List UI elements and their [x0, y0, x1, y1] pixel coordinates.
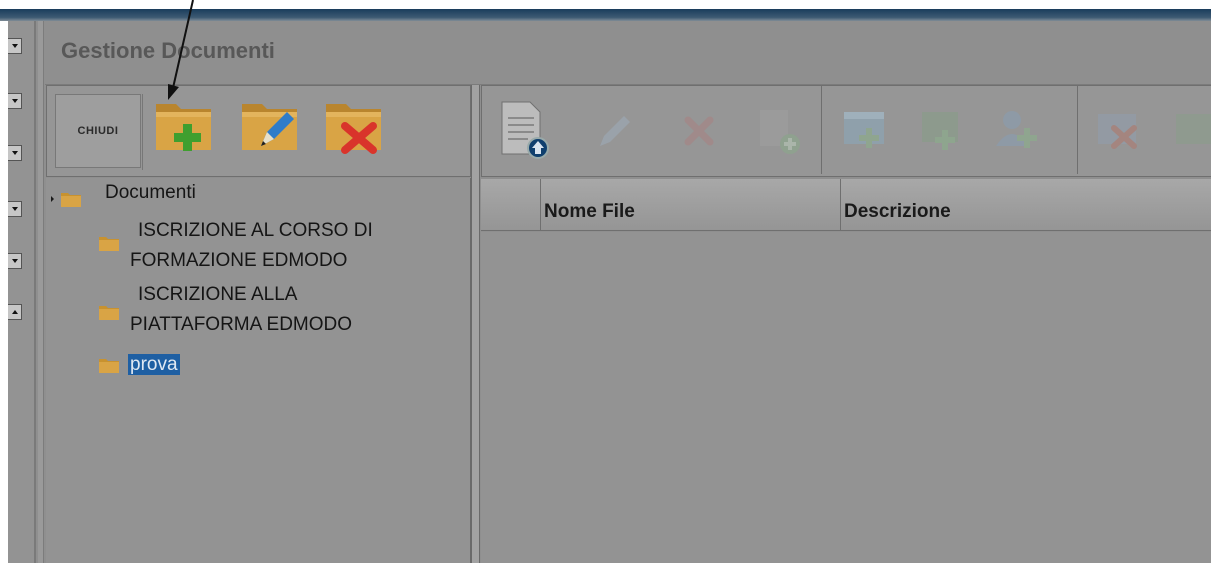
remove-icon: [1098, 114, 1137, 149]
add-user-button[interactable]: [986, 98, 1048, 160]
folder-tree: Documenti ISCRIZIONE AL CORSO DI FORMAZI…: [46, 178, 471, 563]
chevron-down-icon: [11, 99, 18, 103]
delete-folder-button[interactable]: [323, 96, 387, 158]
new-folder-button[interactable]: [153, 96, 217, 158]
document-toolbar-group-3: [1078, 86, 1211, 174]
add-permission-button[interactable]: [836, 98, 898, 160]
remove-button[interactable]: [1090, 98, 1152, 160]
left-collapsed-strip: [8, 21, 36, 563]
export-icon: [1176, 114, 1211, 144]
tree-item-corso-edmodo-line2[interactable]: FORMAZIONE EDMODO: [130, 250, 347, 272]
tree-item-prova[interactable]: prova: [128, 354, 180, 376]
column-header-descrizione[interactable]: Descrizione: [840, 179, 1211, 231]
strip-splitter[interactable]: [38, 21, 44, 563]
close-button[interactable]: CHIUDI: [55, 94, 141, 168]
add-permission-icon: [844, 112, 884, 148]
top-bar: [0, 0, 1211, 9]
strip-toggle-3[interactable]: [8, 145, 22, 161]
folder-icon: [99, 237, 119, 251]
app-window: Gestione Documenti CHIUDI Documenti ISCR…: [8, 21, 1211, 563]
edit-folder-button[interactable]: [239, 96, 303, 158]
folder-icon: [61, 193, 81, 207]
page-title: Gestione Documenti: [61, 38, 275, 63]
folder-icon: [99, 359, 119, 373]
tree-item-corso-edmodo[interactable]: ISCRIZIONE AL CORSO DI: [138, 220, 373, 242]
file-grid-body: [481, 232, 1211, 563]
tree-item-label-line1: ISCRIZIONE AL CORSO DI: [138, 220, 373, 241]
tree-item-piattaforma-edmodo-line2[interactable]: PIATTAFORMA EDMODO: [130, 314, 352, 336]
add-icon: [760, 110, 800, 154]
pane-splitter[interactable]: [471, 85, 480, 563]
file-grid-header: Nome File Descrizione: [481, 179, 1211, 231]
delete-icon: [684, 116, 714, 146]
tree-item-label-line2: PIATTAFORMA EDMODO: [130, 314, 353, 335]
document-toolbar: [481, 85, 1211, 177]
add-document-button[interactable]: [750, 98, 812, 160]
column-header-nome-file[interactable]: Nome File: [540, 179, 840, 231]
folder-pencil-icon: [242, 104, 297, 150]
upload-document-button[interactable]: [496, 98, 558, 160]
share-button[interactable]: [912, 98, 974, 160]
share-icon: [922, 112, 958, 150]
strip-toggle-1[interactable]: [8, 38, 22, 54]
tree-item-selected-label: prova: [128, 354, 180, 375]
strip-toggle-2[interactable]: [8, 93, 22, 109]
tree-item-piattaforma-edmodo[interactable]: ISCRIZIONE ALLA: [138, 284, 297, 306]
strip-toggle-4[interactable]: [8, 201, 22, 217]
chevron-down-icon: [11, 44, 18, 48]
chevron-down-icon: [11, 151, 18, 155]
folder-icon: [99, 306, 119, 320]
edit-document-button[interactable]: [582, 98, 644, 160]
grid-header-select[interactable]: [481, 179, 540, 231]
document-toolbar-group-1: [482, 86, 822, 174]
chevron-up-icon: [11, 310, 18, 314]
export-button[interactable]: [1168, 98, 1211, 160]
chevron-down-icon: [11, 259, 18, 263]
folder-x-icon: [326, 104, 381, 154]
upload-document-icon: [501, 101, 549, 159]
strip-toggle-6[interactable]: [8, 304, 22, 320]
delete-document-button[interactable]: [668, 98, 730, 160]
folder-toolbar: CHIUDI: [46, 85, 471, 177]
window-header-bar: [0, 9, 1211, 21]
tree-root-documenti[interactable]: Documenti: [105, 182, 196, 204]
folder-plus-icon: [156, 104, 211, 151]
tree-expander-icon[interactable]: [51, 196, 54, 202]
tree-item-label-line2: FORMAZIONE EDMODO: [130, 250, 348, 271]
strip-toggle-5[interactable]: [8, 253, 22, 269]
toolbar-separator: [142, 94, 143, 170]
add-user-icon: [996, 111, 1037, 148]
document-toolbar-group-2: [822, 86, 1078, 174]
tree-item-label-line1: ISCRIZIONE ALLA: [138, 284, 298, 305]
edit-icon: [600, 116, 630, 146]
chevron-down-icon: [11, 207, 18, 211]
